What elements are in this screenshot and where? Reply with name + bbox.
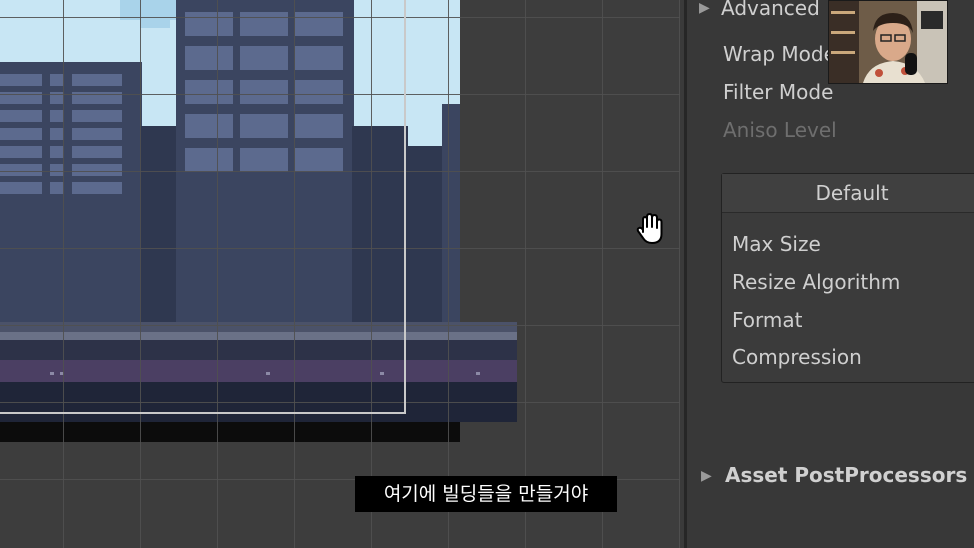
aniso-level-label: Aniso Level [723,118,837,142]
asset-postprocessors-foldout[interactable]: Asset PostProcessors [725,463,967,487]
tab-default[interactable]: Default [722,174,974,213]
triangle-right-icon[interactable]: ▶ [699,0,710,16]
compression-label: Compression [732,345,862,369]
filter-mode-label: Filter Mode [723,80,834,104]
webcam-overlay [828,0,948,84]
format-label: Format [732,308,803,332]
platform-settings-box: Default Max Size Resize Algorithm Format… [721,173,974,383]
hand-pan-icon [636,213,663,244]
subtitle-caption: 여기에 빌딩들을 만들거야 [355,476,617,512]
camera-bounds [0,0,406,414]
advanced-foldout[interactable]: Advanced [721,0,820,20]
max-size-label: Max Size [732,232,821,256]
resize-algorithm-label: Resize Algorithm [732,270,901,294]
triangle-right-icon[interactable]: ▶ [701,468,712,484]
webcam-feed [829,1,947,83]
scene-view[interactable] [0,0,680,548]
wrap-mode-label: Wrap Mode [723,42,836,66]
